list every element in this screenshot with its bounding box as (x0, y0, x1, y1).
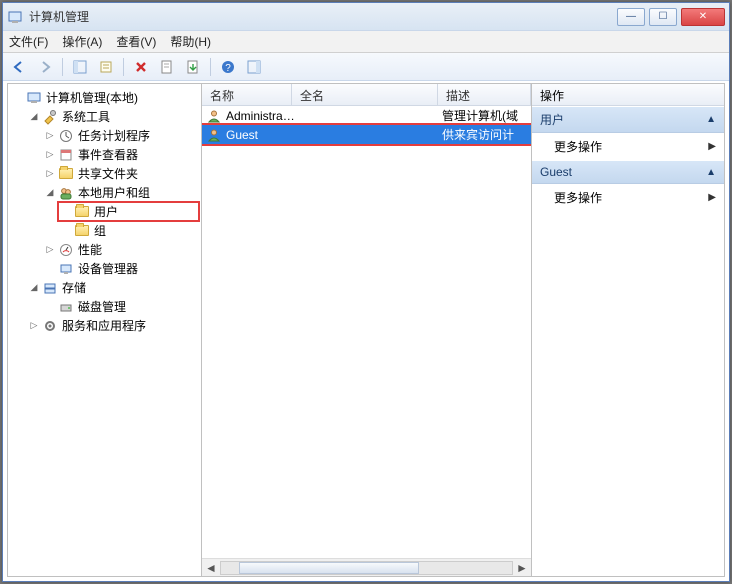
folder-icon (74, 223, 90, 239)
action-item-label: 更多操作 (554, 138, 602, 155)
tree-disk-management[interactable]: 磁盘管理 (42, 297, 199, 316)
tree-label: 系统工具 (62, 108, 110, 125)
chevron-up-icon: ▲ (706, 114, 716, 125)
scroll-right-button[interactable]: ► (513, 559, 531, 576)
tools-icon (42, 109, 58, 125)
app-icon (7, 9, 23, 25)
help-button[interactable]: ? (216, 56, 240, 78)
back-button[interactable] (7, 56, 31, 78)
performance-icon (58, 242, 74, 258)
user-icon (206, 108, 222, 124)
chevron-right-icon: ▶ (708, 192, 716, 203)
tree-label: 事件查看器 (78, 146, 138, 163)
folder-icon (74, 204, 90, 220)
actions-pane: 操作 用户 ▲ 更多操作 ▶ Guest ▲ 更多操作 ▶ (532, 84, 724, 576)
export-list-button[interactable] (181, 56, 205, 78)
action-group-header[interactable]: 用户 ▲ (532, 106, 724, 133)
tree-label: 服务和应用程序 (62, 317, 146, 334)
window: 计算机管理 — ☐ ✕ 文件(F) 操作(A) 查看(V) 帮助(H) ? (2, 2, 730, 582)
maximize-button[interactable]: ☐ (649, 8, 677, 26)
scroll-thumb[interactable] (239, 562, 419, 574)
chevron-up-icon: ▲ (706, 167, 716, 178)
col-name[interactable]: 名称 (202, 84, 292, 105)
list-row[interactable]: Guest 供来宾访问计 (202, 125, 531, 144)
menu-help[interactable]: 帮助(H) (170, 33, 211, 50)
scroll-left-button[interactable]: ◄ (202, 559, 220, 576)
users-groups-icon (58, 185, 74, 201)
tree-root-label: 计算机管理(本地) (46, 89, 138, 106)
tree-label: 磁盘管理 (78, 298, 126, 315)
services-icon (42, 318, 58, 334)
tree-pane[interactable]: 计算机管理(本地) ◢ 系统工具 ▷ 任务计划程序 (8, 84, 202, 576)
toolbar: ? (3, 53, 729, 81)
tree-label: 任务计划程序 (78, 127, 150, 144)
tree-performance[interactable]: ▷ 性能 (42, 240, 199, 259)
window-title: 计算机管理 (29, 8, 617, 25)
tree-local-users-groups[interactable]: ◢ 本地用户和组 (42, 183, 199, 202)
tree-shared-folders[interactable]: ▷ 共享文件夹 (42, 164, 199, 183)
action-group-title: 用户 (540, 111, 564, 128)
device-icon (58, 261, 74, 277)
properties-button[interactable] (94, 56, 118, 78)
tree-label: 设备管理器 (78, 260, 138, 277)
tree-label: 用户 (94, 203, 118, 220)
tree-label: 共享文件夹 (78, 165, 138, 182)
cell-name: Guest (226, 128, 296, 142)
tree-event-viewer[interactable]: ▷ 事件查看器 (42, 145, 199, 164)
action-item[interactable]: 更多操作 ▶ (532, 133, 724, 160)
shared-folder-icon (58, 166, 74, 182)
list-row[interactable]: Administrat... 管理计算机(域 (202, 106, 531, 125)
action-group-header[interactable]: Guest ▲ (532, 160, 724, 184)
delete-button[interactable] (129, 56, 153, 78)
horizontal-scrollbar[interactable]: ◄ ► (202, 558, 531, 576)
tree-services-apps[interactable]: ▷ 服务和应用程序 (26, 316, 199, 335)
refresh-button[interactable] (155, 56, 179, 78)
tree-label: 本地用户和组 (78, 184, 150, 201)
clock-icon (58, 128, 74, 144)
menu-action[interactable]: 操作(A) (62, 33, 102, 50)
forward-button[interactable] (33, 56, 57, 78)
menu-view[interactable]: 查看(V) (116, 33, 156, 50)
col-fullname[interactable]: 全名 (292, 84, 438, 105)
action-group-title: Guest (540, 165, 572, 179)
computer-icon (26, 90, 42, 106)
menu-file[interactable]: 文件(F) (9, 33, 48, 50)
user-icon (206, 127, 222, 143)
close-button[interactable]: ✕ (681, 8, 725, 26)
disk-icon (58, 299, 74, 315)
tree-device-manager[interactable]: 设备管理器 (42, 259, 199, 278)
minimize-button[interactable]: — (617, 8, 645, 26)
titlebar[interactable]: 计算机管理 — ☐ ✕ (3, 3, 729, 31)
storage-icon (42, 280, 58, 296)
tree-task-scheduler[interactable]: ▷ 任务计划程序 (42, 126, 199, 145)
col-description[interactable]: 描述 (438, 84, 531, 105)
tree-system-tools[interactable]: ◢ 系统工具 (26, 107, 199, 126)
tree-groups[interactable]: 组 (58, 221, 199, 240)
tree-root-node[interactable]: 计算机管理(本地) (10, 88, 199, 107)
show-hide-tree-button[interactable] (68, 56, 92, 78)
tree-storage[interactable]: ◢ 存储 (26, 278, 199, 297)
list-header: 名称 全名 描述 (202, 84, 531, 106)
cell-description: 供来宾访问计 (442, 126, 531, 143)
tree-label: 存储 (62, 279, 86, 296)
actions-header: 操作 (532, 84, 724, 106)
tree-label: 组 (94, 222, 106, 239)
menubar: 文件(F) 操作(A) 查看(V) 帮助(H) (3, 31, 729, 53)
chevron-right-icon: ▶ (708, 141, 716, 152)
tree-label: 性能 (78, 241, 102, 258)
cell-name: Administrat... (226, 109, 296, 123)
tree-users[interactable]: 用户 (58, 202, 199, 221)
cell-description: 管理计算机(域 (442, 107, 531, 124)
list-pane[interactable]: 名称 全名 描述 Administrat... 管理计算机(域 Guest 供来宾访问… (202, 84, 532, 576)
svg-text:?: ? (225, 63, 231, 74)
action-item-label: 更多操作 (554, 189, 602, 206)
event-icon (58, 147, 74, 163)
action-item[interactable]: 更多操作 ▶ (532, 184, 724, 211)
action-pane-button[interactable] (242, 56, 266, 78)
content-area: 计算机管理(本地) ◢ 系统工具 ▷ 任务计划程序 (7, 83, 725, 577)
